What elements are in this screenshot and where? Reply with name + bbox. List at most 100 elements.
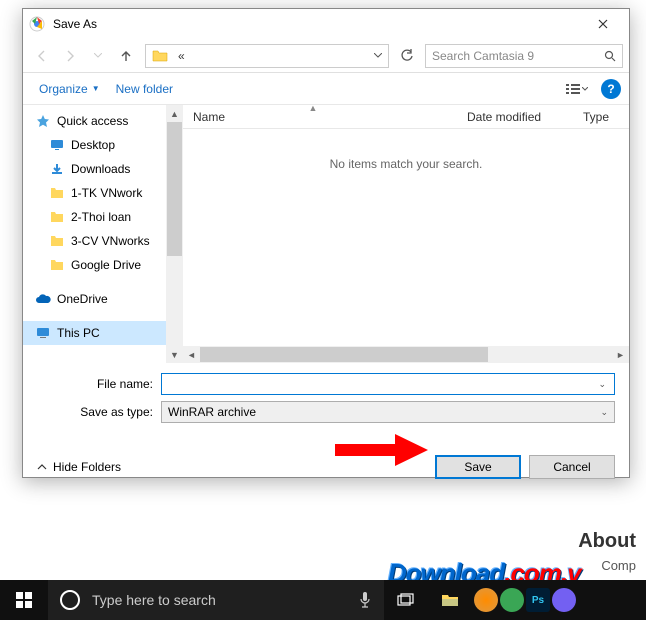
help-button[interactable]: ? [601, 79, 621, 99]
this-pc-label: This PC [57, 326, 100, 340]
forward-button[interactable] [57, 43, 83, 69]
scroll-down-button[interactable]: ▼ [166, 346, 183, 363]
search-icon[interactable] [604, 50, 616, 62]
scroll-track[interactable] [166, 122, 183, 346]
column-name[interactable]: Name [183, 105, 457, 128]
microphone-icon[interactable] [358, 591, 372, 609]
tray-photoshop-icon[interactable]: Ps [526, 588, 550, 612]
tray-app-2[interactable] [500, 588, 524, 612]
taskbar-search-placeholder: Type here to search [92, 592, 346, 608]
column-headers: Name Date modified Type [183, 105, 629, 129]
onedrive-label: OneDrive [57, 292, 108, 306]
folder-icon [49, 257, 65, 273]
scroll-right-button[interactable]: ► [612, 346, 629, 363]
tray-app-1[interactable] [474, 588, 498, 612]
hide-folders-button[interactable]: Hide Folders [37, 460, 121, 474]
titlebar: Save As [23, 9, 629, 39]
sidebar-item-this-pc[interactable]: This PC [23, 321, 182, 345]
sidebar-item-onedrive[interactable]: OneDrive [23, 287, 182, 311]
start-button[interactable] [0, 580, 48, 620]
view-options-button[interactable] [559, 78, 595, 100]
combo-dropdown-icon[interactable]: ⌄ [600, 407, 608, 418]
folder-2-label: 2-Thoi loan [71, 210, 131, 224]
column-date[interactable]: Date modified [457, 105, 573, 128]
up-button[interactable] [113, 43, 139, 69]
new-folder-button[interactable]: New folder [108, 78, 181, 100]
this-pc-icon [35, 325, 51, 341]
save-button[interactable]: Save [435, 455, 521, 479]
search-box[interactable] [425, 44, 623, 68]
close-button[interactable] [583, 10, 623, 38]
star-icon [35, 113, 51, 129]
sidebar-item-desktop[interactable]: Desktop 📌 [23, 133, 182, 157]
file-name-input[interactable]: ⌄ [161, 373, 615, 395]
task-view-button[interactable] [384, 580, 428, 620]
organize-menu[interactable]: Organize ▼ [31, 78, 108, 100]
bg-comp-text: Comp [601, 558, 636, 573]
taskbar-search[interactable]: Type here to search [48, 580, 384, 620]
filename-dropdown-icon[interactable]: ⌄ [596, 379, 608, 390]
column-type[interactable]: Type [573, 105, 629, 128]
caret-down-icon: ▼ [92, 84, 100, 93]
downloads-icon [49, 161, 65, 177]
hscroll-thumb[interactable] [200, 347, 488, 362]
chevron-up-icon [37, 464, 47, 470]
address-path: « [174, 49, 368, 63]
dialog-title: Save As [53, 17, 583, 31]
main-area: Quick access Desktop 📌 Downloads 📌 1-TK … [23, 105, 629, 363]
file-explorer-taskbar-icon[interactable] [428, 580, 472, 620]
task-icons [384, 580, 472, 620]
scroll-up-button[interactable]: ▲ [166, 105, 183, 122]
sidebar-item-google-drive[interactable]: Google Drive [23, 253, 182, 277]
sort-indicator-icon: ▲ [309, 103, 318, 113]
file-name-label: File name: [37, 377, 161, 391]
taskbar: Type here to search Ps [0, 580, 646, 620]
save-type-label: Save as type: [37, 405, 161, 419]
folder-3-label: 3-CV VNworks [71, 234, 150, 248]
file-list-pane: ▲ Name Date modified Type No items match… [183, 105, 629, 363]
new-folder-label: New folder [116, 82, 173, 96]
organize-label: Organize [39, 82, 88, 96]
empty-message: No items match your search. [330, 157, 483, 171]
sidebar-item-folder-2[interactable]: 2-Thoi loan [23, 205, 182, 229]
nav-vertical-scrollbar[interactable]: ▲ ▼ [166, 105, 183, 363]
sidebar-item-downloads[interactable]: Downloads 📌 [23, 157, 182, 181]
windows-icon [16, 592, 32, 608]
hscroll-track[interactable] [200, 346, 612, 363]
folder-icon [49, 233, 65, 249]
save-type-value: WinRAR archive [168, 405, 600, 419]
sidebar-item-folder-1[interactable]: 1-TK VNwork [23, 181, 182, 205]
tray-viber-icon[interactable] [552, 588, 576, 612]
folder-icon [150, 46, 170, 66]
scroll-left-button[interactable]: ◄ [183, 346, 200, 363]
google-drive-label: Google Drive [71, 258, 141, 272]
folder-icon [49, 185, 65, 201]
horizontal-scrollbar[interactable]: ◄ ► [183, 346, 629, 363]
file-list[interactable]: No items match your search. [183, 129, 629, 346]
save-type-combo[interactable]: WinRAR archive ⌄ [161, 401, 615, 423]
hide-folders-label: Hide Folders [53, 460, 121, 474]
path-dropdown-icon[interactable] [368, 53, 388, 58]
folder-icon [49, 209, 65, 225]
bg-about-heading: About [578, 530, 636, 553]
button-area: Hide Folders Save Cancel [23, 437, 629, 491]
cortana-icon [60, 590, 80, 610]
folder-1-label: 1-TK VNwork [71, 186, 142, 200]
scroll-thumb[interactable] [167, 122, 182, 256]
sidebar-item-quick-access[interactable]: Quick access [23, 109, 182, 133]
navigation-pane[interactable]: Quick access Desktop 📌 Downloads 📌 1-TK … [23, 105, 183, 363]
onedrive-icon [35, 291, 51, 307]
back-button[interactable] [29, 43, 55, 69]
sidebar-item-folder-3[interactable]: 3-CV VNworks [23, 229, 182, 253]
downloads-label: Downloads [71, 162, 130, 176]
desktop-icon [49, 137, 65, 153]
quick-access-label: Quick access [57, 114, 128, 128]
chrome-download-icon [29, 16, 45, 32]
recent-locations-button[interactable] [85, 43, 111, 69]
search-input[interactable] [432, 49, 604, 63]
navigation-bar: « [23, 39, 629, 73]
refresh-button[interactable] [395, 44, 419, 68]
address-bar[interactable]: « [145, 44, 389, 68]
cancel-button[interactable]: Cancel [529, 455, 615, 479]
toolbar: Organize ▼ New folder ? [23, 73, 629, 105]
